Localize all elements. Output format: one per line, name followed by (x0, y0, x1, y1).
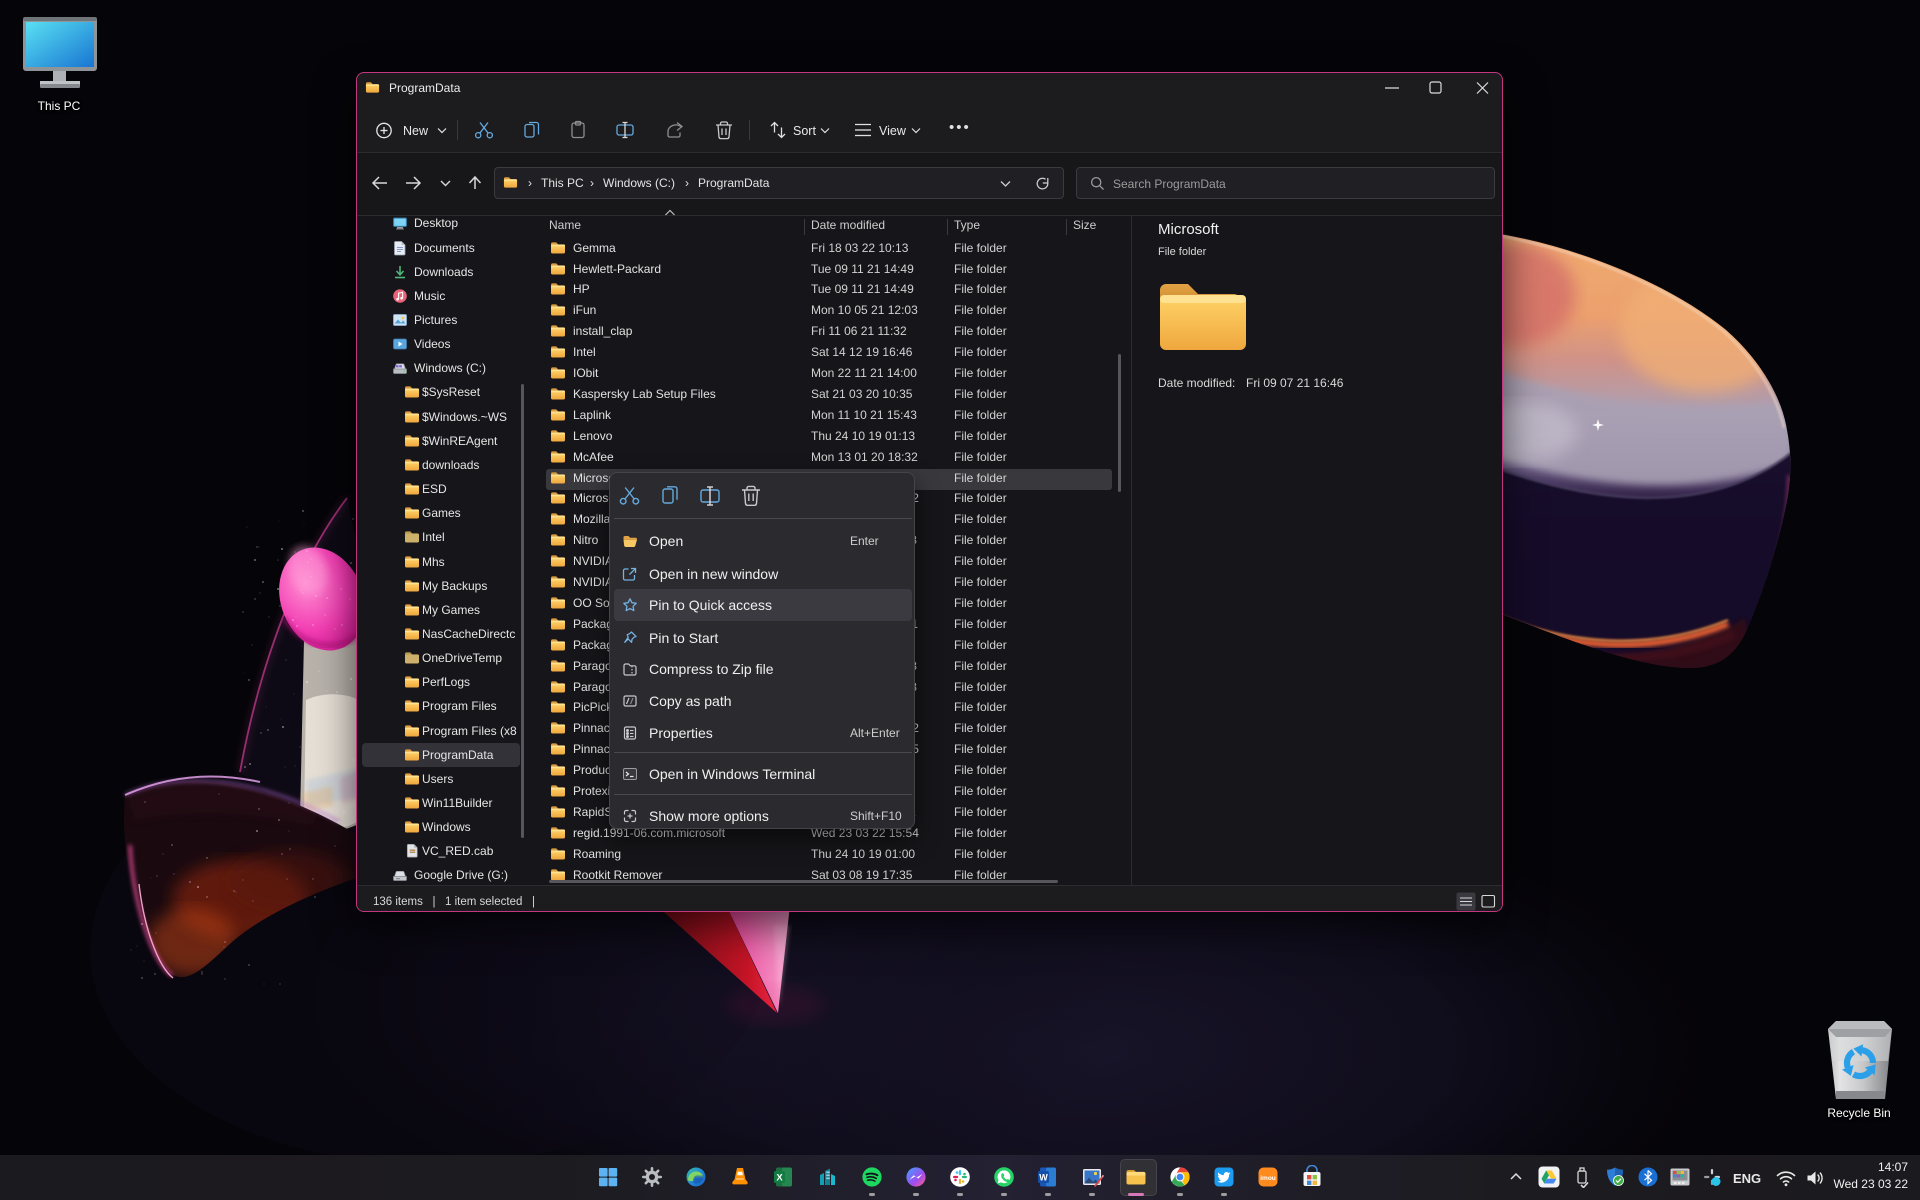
svg-text:New: New (403, 124, 429, 138)
svg-text:View: View (879, 124, 907, 138)
svg-text:X: X (776, 1173, 783, 1184)
svg-text:W: W (1039, 1173, 1048, 1183)
svg-text:imou: imou (1260, 1175, 1276, 1182)
svg-text:Sort: Sort (793, 124, 816, 138)
